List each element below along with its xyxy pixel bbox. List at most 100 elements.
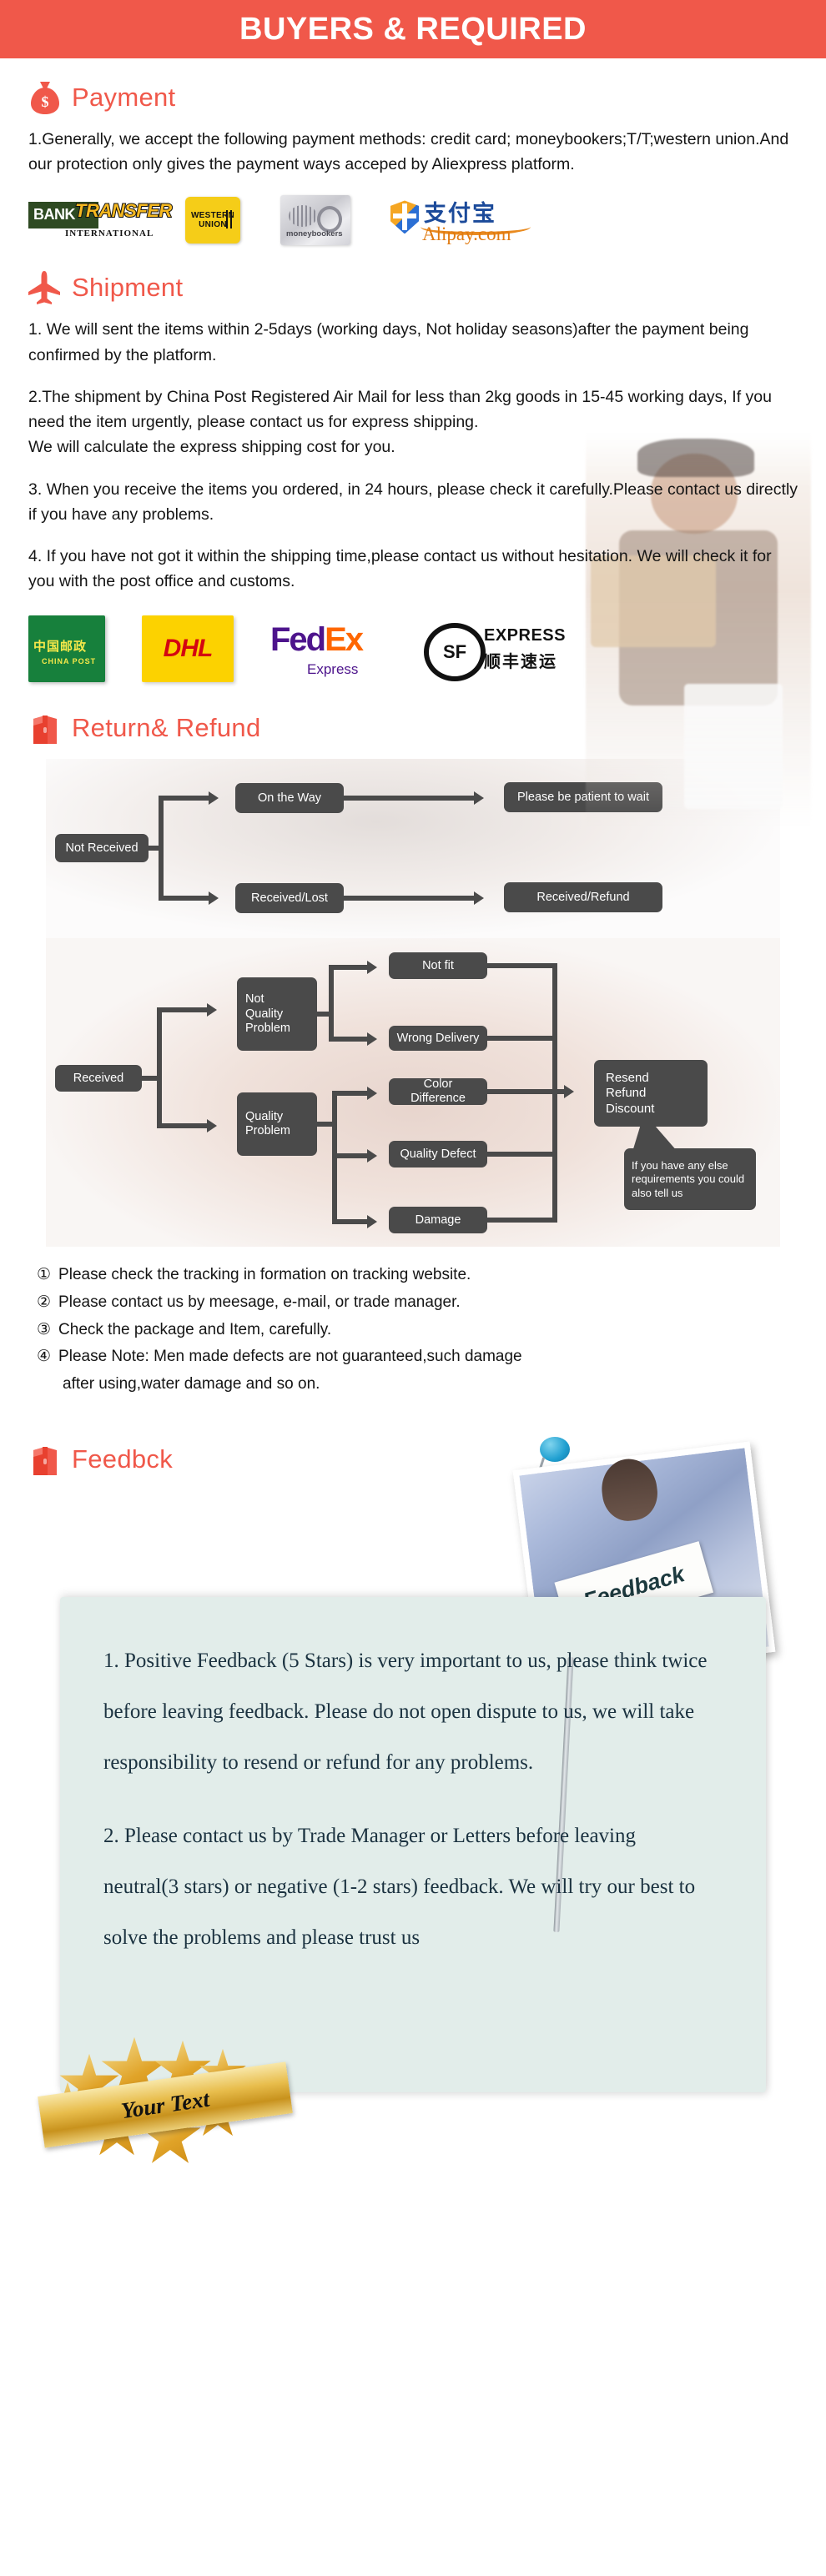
flow-connector-a-bottom — [159, 896, 210, 901]
china-post-logo: 中国邮政 CHINA POST — [28, 615, 105, 683]
airplane-icon — [28, 270, 62, 305]
moneybookers-arcs-icon — [289, 205, 317, 228]
flow-connector-b-down — [157, 1123, 209, 1129]
feedback-photo-person — [598, 1455, 661, 1524]
payment-paragraph: 1.Generally, we accept the following pay… — [28, 130, 789, 174]
flow-connector-nq-top — [329, 965, 369, 971]
payment-logo-row: BANK TRANSFER INTERNATIONAL WESTERN UNIO… — [0, 195, 826, 246]
flow-node-callout: If you have any else requirements you co… — [624, 1148, 756, 1211]
flow-connector-a-top2 — [344, 796, 476, 801]
page-root: BUYERS & REQUIRED $ Payment 1.Generally,… — [0, 0, 826, 2576]
section-header-payment: $ Payment — [0, 80, 826, 115]
flow-node-not-quality-line2: Quality — [245, 1007, 284, 1021]
note-text: Please Note: Men made defects are not gu… — [58, 1348, 522, 1366]
flow-connector-q-2 — [332, 1153, 369, 1159]
flow-connector-a-vert — [159, 796, 164, 901]
sf-mark: SF — [442, 641, 467, 663]
flow-node-received: Received — [55, 1065, 142, 1092]
flowchart-received: Received Not Quality Problem Quality Pro… — [0, 938, 826, 1248]
western-union-bars-icon — [226, 210, 234, 229]
flow-node-not-quality-problem: Not Quality Problem — [237, 977, 317, 1052]
fedex-logo: FedEx Express — [270, 616, 387, 681]
flow-node-not-received: Not Received — [55, 834, 149, 863]
feedback-paragraph-1: 1. Positive Feedback (5 Stars) is very i… — [103, 1649, 708, 1775]
bank-transfer-primary: BANK — [33, 206, 76, 223]
fedex-sub-label: Express — [307, 661, 359, 678]
western-union-line2: UNION — [199, 220, 227, 230]
section-title-payment: Payment — [72, 83, 176, 112]
fedex-fed: Fed — [270, 621, 326, 659]
gift-box-icon — [28, 711, 62, 746]
dhl-label: DHL — [163, 635, 214, 663]
note-text: Please check the tracking in formation o… — [58, 1266, 471, 1284]
sf-badge-icon: SF — [424, 623, 486, 682]
page-title: BUYERS & REQUIRED — [239, 11, 587, 47]
shipment-item-3: 3. When you receive the items you ordere… — [28, 480, 798, 524]
shipment-item-4: 4. If you have not got it within the shi… — [28, 546, 772, 591]
flow-arrow-quality — [207, 1119, 217, 1133]
note-number: ① — [37, 1266, 52, 1284]
alipay-logo: 支付宝 Alipay.com — [390, 195, 536, 245]
sf-express-logo: SF EXPRESS 顺丰速运 — [424, 618, 578, 682]
shipment-item-1: 1. We will sent the items within 2-5days… — [28, 320, 749, 364]
flow-connector-q-1 — [332, 1091, 369, 1097]
flow-connector-collect-notfit — [487, 963, 557, 969]
china-post-cn-label: 中国邮政 — [33, 639, 88, 655]
list-item: ② Please contact us by meesage, e-mail, … — [37, 1289, 801, 1317]
svg-text:$: $ — [42, 93, 49, 110]
flow-connector-a-bottom2 — [344, 896, 476, 901]
flow-connector-a-top — [159, 796, 210, 801]
stars-ribbon-badge: Your Text — [35, 2036, 300, 2169]
flow-arrow-patient — [474, 791, 484, 806]
flow-node-outcome-line2: Refund — [606, 1086, 647, 1101]
feedback-block: Feedback 1. Positive Feedback (5 Stars) … — [0, 1430, 826, 2163]
flow-arrow-on-the-way — [209, 791, 219, 806]
moneybookers-logo: moneybookers — [280, 195, 350, 246]
flow-arrow-not-quality — [207, 1003, 217, 1017]
money-bag-icon: $ — [28, 80, 62, 115]
note-subtext: after using,water damage and so on. — [63, 1375, 320, 1393]
flow-node-on-the-way: On the Way — [235, 783, 344, 814]
bank-transfer-logo: BANK TRANSFER INTERNATIONAL — [28, 198, 173, 242]
bank-transfer-tertiary: INTERNATIONAL — [65, 228, 154, 239]
flow-arrow-not-fit — [367, 961, 377, 975]
flow-connector-q-3 — [332, 1219, 369, 1225]
list-item: ③ Check the package and Item, carefully. — [37, 1317, 801, 1344]
flow-node-not-quality-line1: Not — [245, 992, 264, 1006]
flow-node-wrong-delivery: Wrong Delivery — [389, 1026, 487, 1052]
flow-node-quality-defect: Quality Defect — [389, 1141, 487, 1168]
china-post-label: CHINA POST — [42, 657, 97, 666]
flow-node-not-fit: Not fit — [389, 952, 487, 980]
page-banner: BUYERS & REQUIRED — [0, 0, 826, 58]
flow-node-color-difference: Color Difference — [389, 1077, 487, 1106]
list-item: ① Please check the tracking in formation… — [37, 1262, 801, 1289]
alipay-label: Alipay.com — [422, 223, 511, 245]
ribbon-label: Your Text — [119, 2086, 211, 2123]
flow-arrow-received-lost — [209, 891, 219, 906]
list-item: ④ Please Note: Men made defects are not … — [37, 1343, 801, 1371]
flow-node-quality-line1: Quality — [245, 1109, 284, 1123]
flow-node-quality-line2: Problem — [245, 1124, 290, 1138]
note-number: ④ — [37, 1348, 52, 1366]
flow-connector-collect-color — [487, 1089, 567, 1095]
flow-callout-tail-icon — [632, 1113, 677, 1152]
flow-arrow-wrong-delivery — [367, 1032, 377, 1047]
flow-node-damage: Damage — [389, 1207, 487, 1234]
flow-connector-b-up — [157, 1007, 209, 1013]
flow-connector-collect-wrong — [487, 1036, 557, 1042]
flow-connector-collect-damage — [487, 1218, 557, 1223]
flow-node-not-quality-line3: Problem — [245, 1022, 290, 1036]
feedback-panel: 1. Positive Feedback (5 Stars) is very i… — [60, 1596, 766, 2092]
flow-connector-b-vert — [157, 1007, 162, 1129]
shipment-item-2: 2.The shipment by China Post Registered … — [28, 387, 772, 432]
alipay-shield-icon — [390, 200, 419, 234]
moneybookers-label: moneybookers — [286, 229, 343, 239]
sf-express-label: EXPRESS — [484, 626, 566, 645]
section-header-shipment: Shipment — [0, 270, 826, 305]
returns-notes: ① Please check the tracking in formation… — [0, 1262, 826, 1398]
note-text: Please contact us by meesage, e-mail, or… — [58, 1293, 461, 1312]
flow-arrow-quality-defect — [367, 1149, 377, 1163]
flow-arrow-received-refund — [474, 891, 484, 906]
flow-arrow-color-difference — [367, 1087, 377, 1101]
